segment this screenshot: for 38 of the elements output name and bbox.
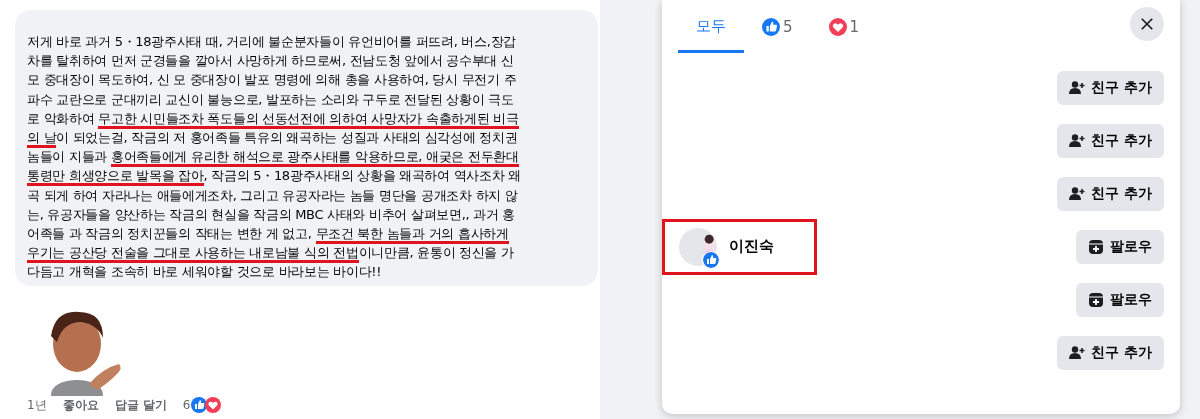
like-icon — [702, 250, 720, 269]
follow-icon — [1088, 238, 1104, 255]
like-icon — [762, 17, 780, 36]
comment-text-line: 는, 유공자들을 양산하는 작금의 현실을 작금의 MBC 사태와 비추어 살펴보면,, 과거 홍 — [27, 205, 517, 224]
comment-time: 1년 — [27, 396, 47, 414]
comment-text-line: 파수 교란으로 군대끼리 교신이 불능으로, 발포하는 소리와 구두로 전달된 상황이 극도 — [27, 90, 515, 109]
add-friend-button[interactable]: 친구 추가 — [1057, 123, 1164, 158]
reaction-tab[interactable]: 1 — [810, 3, 878, 53]
reply-link[interactable]: 답글 달기 — [114, 396, 167, 414]
like-icon — [191, 397, 208, 413]
like-link[interactable]: 좋아요 — [62, 396, 99, 414]
reaction-tab[interactable]: 모두 — [678, 3, 744, 53]
follow-icon — [1088, 291, 1104, 308]
add-person-icon — [1069, 132, 1086, 149]
comment-text-line: 어족들 과 작금의 정치꾼들의 작태는 변한 게 없고, 무조건 북한 놈들과 거의 흡사하게 — [27, 224, 588, 244]
close-icon — [1140, 17, 1154, 31]
comment-text-line: 저게 바로 과거 5・18광주사태 때, 거리에 불순분자들이 유언비어를 퍼뜨려, 버스,장갑 — [27, 33, 517, 51]
add-friend-button[interactable]: 친구 추가 — [1057, 176, 1164, 211]
close-button[interactable] — [1130, 7, 1164, 41]
reaction-tab[interactable]: 5 — [744, 3, 811, 53]
comment-text-line: 모 중대장이 목도하여, 신 모 중대장이 발포 명령에 의해 총을 사용하여, 당시 무전기 주 — [27, 71, 518, 90]
comment-text-line: 놈들이 지들과 홍어족들에게 유리한 해석으로 광주사태를 악용하므로, 애궂은 전두환대 — [27, 147, 588, 167]
add-friend-button[interactable]: 친구 추가 — [1057, 335, 1164, 370]
reaction-count: 6 — [182, 398, 191, 412]
add-person-icon — [1069, 344, 1086, 361]
follow-button[interactable]: 팔로우 — [1076, 229, 1164, 264]
add-person-icon — [1069, 185, 1086, 202]
reactor-name[interactable]: 이진숙 — [729, 237, 774, 256]
add-friend-button[interactable]: 친구 추가 — [1057, 70, 1164, 105]
comment-text-line: 로 악화하여 무고한 시민들조차 폭도들의 선동선전에 의하여 사망자가 속출하게된 비극 — [27, 108, 588, 128]
comment-text-line: 통령만 희생양으로 발목을 잡아, 작금의 5・18광주사태의 상황을 왜곡하여 역사조차 왜 — [27, 166, 588, 186]
comment-text-line: 우기는 공산당 전술을 그대로 사용하는 내로남불 식의 전법 이니만큼, 윤통이 정신을 가 — [27, 243, 588, 263]
comment-text-line: 다듬고 개혁을 조속히 바로 세워야할 것으로 바라보는 바이다!! — [27, 263, 383, 282]
add-person-icon — [1069, 79, 1086, 96]
comment-text-line: 곡 되게 하여 자라나는 애들에게조차, 그리고 유공자라는 놈들 명단을 공개조차 하지 않 — [27, 186, 519, 205]
comment-text-line: 차를 탈취하여 먼저 군경들을 깔아서 사망하게 하므로써, 전남도청 앞에서 공수부대 신 — [27, 52, 515, 71]
follow-button[interactable]: 팔로우 — [1076, 282, 1164, 317]
comment-text-line: 의 날이 되었는걸, 작금의 저 홍어족들 특유의 왜곡하는 성질과 사태의 심각성에 정치권 — [27, 128, 588, 148]
